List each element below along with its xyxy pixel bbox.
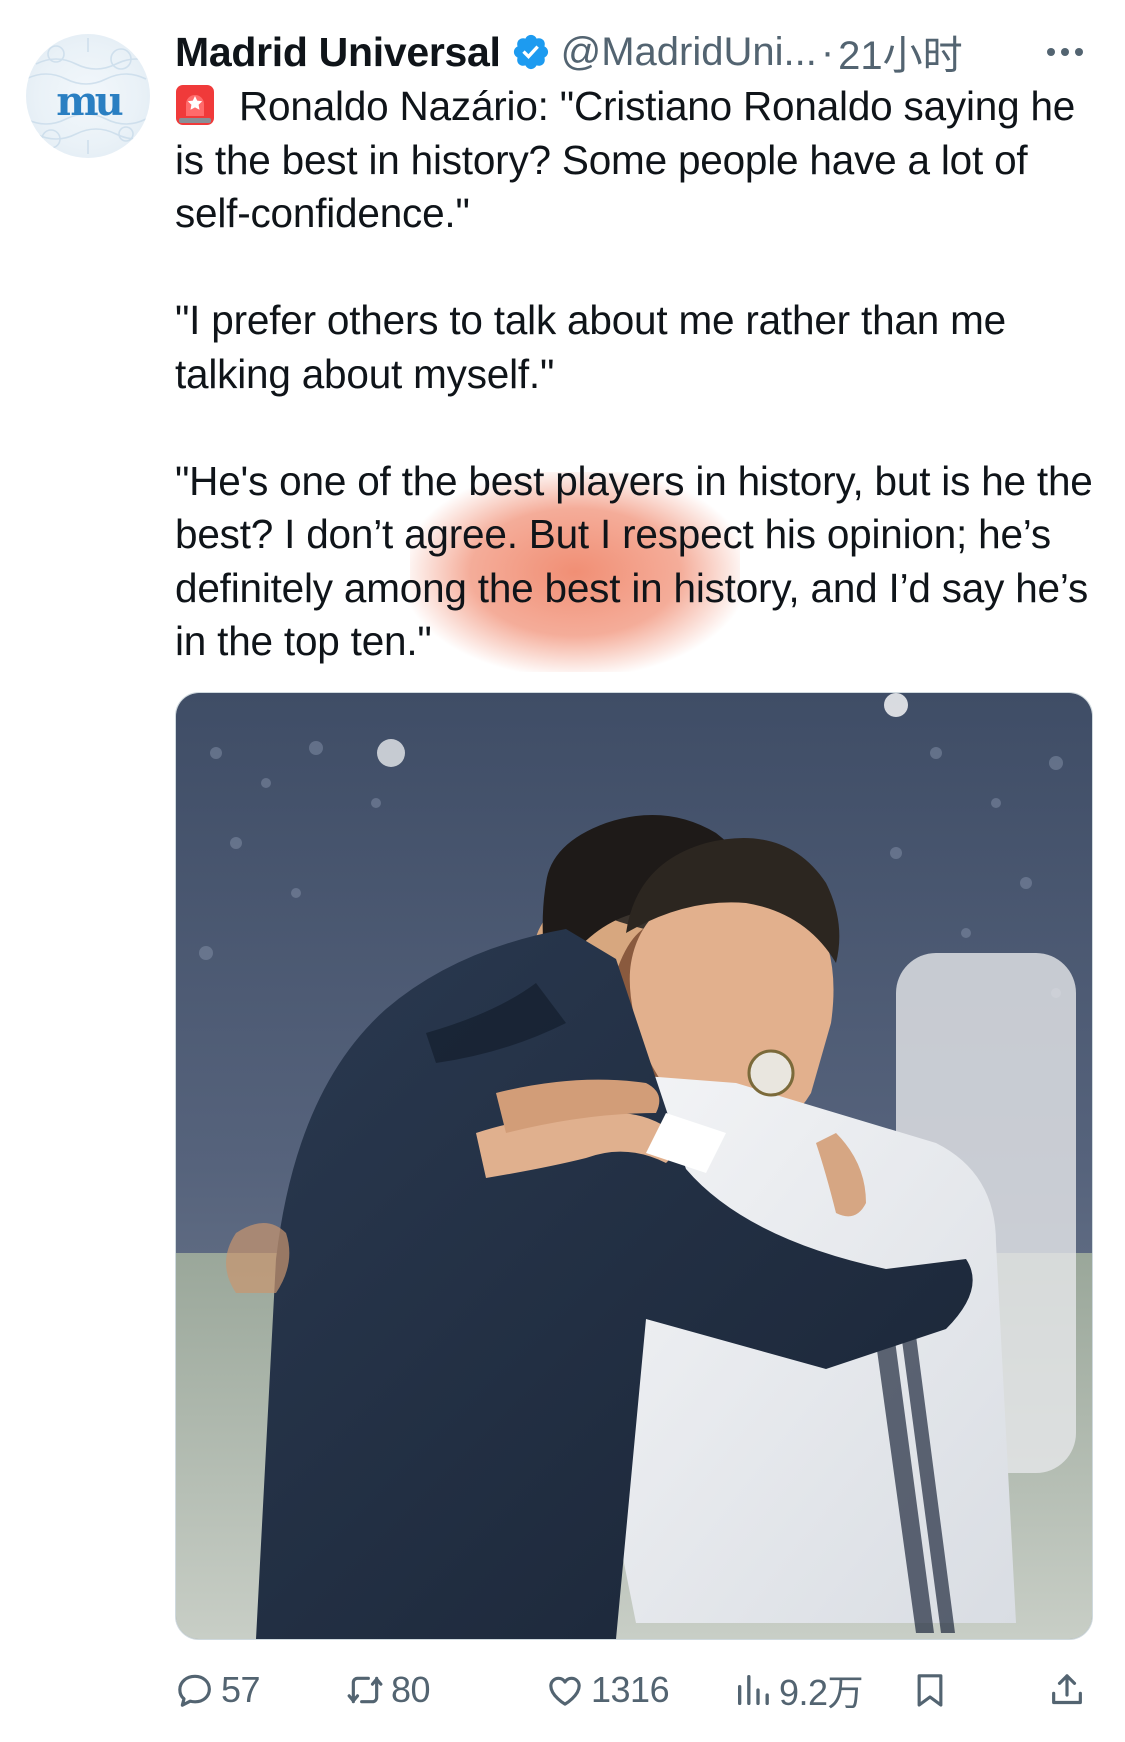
views-count: 9.2万 (779, 1672, 864, 1713)
share-icon (1052, 1674, 1082, 1705)
bookmark-icon (917, 1674, 943, 1707)
tweet-text: Ronaldo Nazário: "Cristiano Ronaldo sayi… (175, 80, 1095, 722)
tweet-actions: 57 80 1316 9.2万 (175, 1660, 1095, 1720)
retweet-count: 80 (391, 1669, 431, 1710)
author-name[interactable]: Madrid Universal (175, 29, 501, 76)
tweet-paragraph-1: Ronaldo Nazário: "Cristiano Ronaldo sayi… (175, 83, 1076, 236)
author-handle[interactable]: @MadridUni... (561, 30, 817, 75)
tweet-paragraph-2: "I prefer others to talk about me rather… (175, 297, 1006, 397)
views-button[interactable]: 9.2万 (733, 1660, 864, 1720)
tweet-header: Madrid Universal @MadridUni... · 21小时 (175, 24, 1095, 80)
reply-button[interactable]: 57 (175, 1660, 261, 1720)
heart-icon (549, 1676, 581, 1706)
timestamp[interactable]: 21小时 (838, 23, 963, 81)
verified-badge-icon[interactable] (511, 32, 551, 72)
avatar-logo: mu (56, 78, 123, 125)
rotating-light-emoji (176, 85, 214, 125)
avatar[interactable]: mu (26, 34, 150, 158)
separator-dot: · (820, 29, 835, 74)
tweet-paragraph-3: "He's one of the best players in history… (175, 457, 1093, 665)
retweet-icon (347, 1676, 383, 1704)
tweet-media-photo[interactable] (175, 692, 1093, 1640)
like-count: 1316 (591, 1669, 670, 1710)
reply-count: 57 (221, 1669, 261, 1710)
retweet-button[interactable]: 80 (345, 1660, 431, 1720)
tweet-paragraph: Ronaldo Nazário: "Cristiano Ronaldo sayi… (175, 80, 1095, 241)
photo-ronaldo-hug (176, 693, 1092, 1639)
bookmark-button[interactable] (910, 1660, 950, 1720)
share-button[interactable] (1047, 1660, 1087, 1720)
like-button[interactable]: 1316 (545, 1660, 670, 1720)
bar-chart-icon (738, 1675, 769, 1705)
reply-icon (178, 1674, 211, 1707)
more-horizontal-icon[interactable] (1045, 46, 1085, 58)
